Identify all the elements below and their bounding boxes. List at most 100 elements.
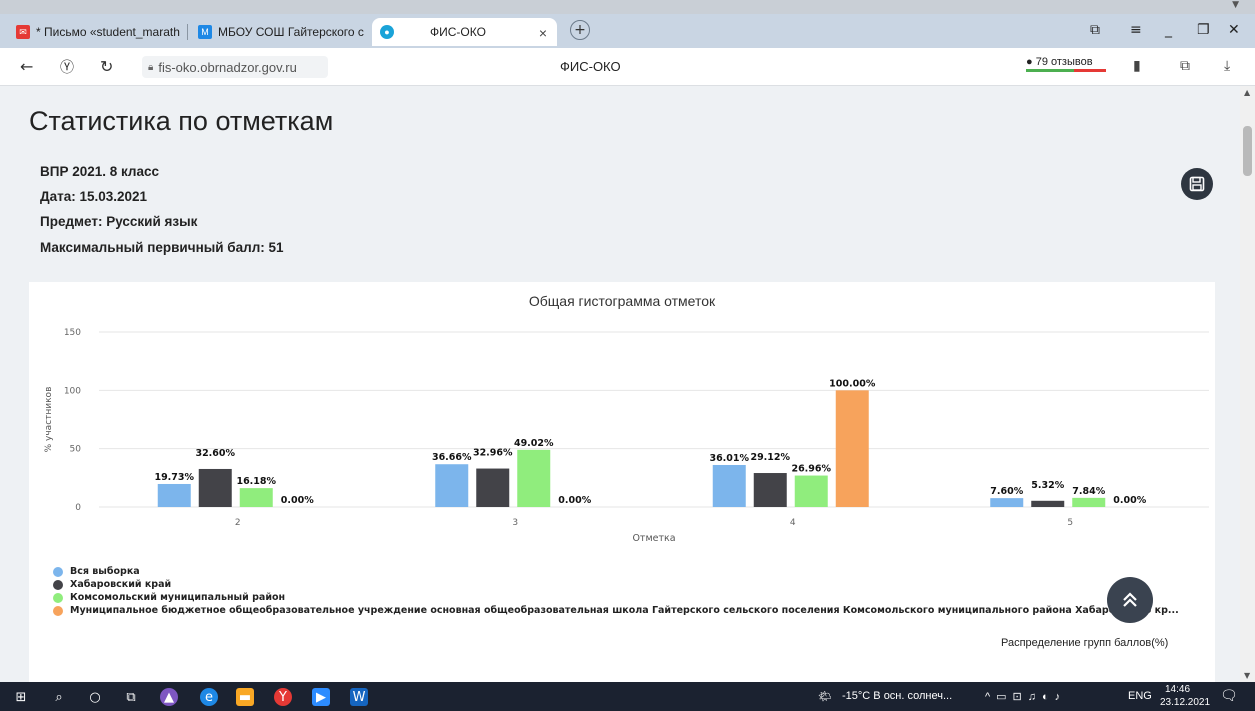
yandex-icon[interactable]: Ⓨ (60, 57, 74, 77)
data-label: 7.84% (1072, 486, 1105, 497)
scroll-top-button[interactable] (1107, 577, 1153, 623)
weather-icon: 🌤︎ (818, 691, 832, 703)
legend-item[interactable]: Хабаровский край (53, 578, 1179, 591)
distribution-label: Распределение групп баллов(%) (1001, 637, 1169, 649)
meta-subject: Предмет: Русский язык (40, 214, 198, 229)
file-explorer-icon[interactable]: ▬ (236, 688, 254, 706)
tab-label: * Письмо «student_marath (36, 25, 180, 39)
bar (239, 488, 273, 507)
app-icon[interactable]: ▲ (160, 688, 178, 706)
url-text: fis-oko.obrnadzor.gov.ru (158, 59, 297, 75)
legend-marker (53, 592, 63, 603)
x-tick-label: 2 (235, 518, 241, 528)
tab-label: ФИС-ОКО (430, 25, 486, 39)
tab-mail[interactable]: ✉ * Письмо «student_marath (8, 18, 188, 46)
data-label: 36.66% (432, 452, 472, 463)
maximize-icon[interactable]: ❐ (1197, 22, 1210, 38)
chart-legend: Вся выборка Хабаровский край Комсомольский… (53, 565, 1179, 617)
legend-item[interactable]: Муниципальное бюджетное общеобразователь… (53, 604, 1179, 617)
save-icon (1189, 176, 1205, 192)
x-tick-label: 3 (512, 518, 518, 528)
scroll-thumb[interactable] (1243, 126, 1252, 176)
language-indicator[interactable]: ENG (1128, 690, 1152, 702)
chat-icon: ● (1026, 56, 1033, 68)
close-tab-icon[interactable]: × (539, 25, 547, 41)
chevron-down-icon[interactable]: ▼ (1232, 0, 1239, 10)
bar (1072, 497, 1106, 507)
bar (990, 498, 1024, 507)
cortana-icon[interactable]: ○ (86, 688, 104, 706)
y-tick-label: 0 (75, 503, 81, 513)
scroll-up-icon[interactable]: ▲ (1244, 88, 1250, 97)
lock-icon: 🔒︎ (148, 61, 154, 73)
data-label: 0.00% (558, 495, 591, 506)
zoom-icon[interactable]: ▶ (312, 688, 330, 706)
page-heading: Статистика по отметкам (29, 106, 334, 136)
data-label: 16.18% (236, 476, 276, 487)
window-top-strip: ▼ (0, 0, 1255, 14)
back-icon[interactable]: ← (20, 57, 33, 76)
tabs-menu-icon[interactable]: ⧉ (1090, 22, 1100, 38)
new-tab-button[interactable]: + (570, 20, 590, 40)
search-icon[interactable]: ⌕ (50, 688, 68, 706)
data-label: 5.32% (1031, 480, 1064, 491)
task-view-icon[interactable]: ⧉ (122, 688, 140, 706)
fis-icon: ● (380, 25, 394, 39)
data-label: 0.00% (281, 495, 314, 506)
legend-item[interactable]: Комсомольский муниципальный район (53, 591, 1179, 604)
taskbar: ⊞ ⌕ ○ ⧉ ▲ e ▬ Y ▶ W 🌤︎ -15°C В осн. солн… (0, 682, 1255, 711)
double-chevron-up-icon (1123, 592, 1137, 607)
chart-card: Общая гистограмма отметок 0 50 100 150% уча… (29, 282, 1215, 682)
url-field[interactable]: 🔒︎ fis-oko.obrnadzor.gov.ru (142, 56, 328, 78)
bookmark-icon[interactable]: ▮ (1133, 58, 1141, 74)
bar (794, 475, 828, 507)
page-scrollbar[interactable]: ▲ ▼ (1240, 86, 1255, 682)
meta-date: Дата: 15.03.2021 (40, 189, 148, 204)
legend-marker (53, 566, 63, 577)
bar (476, 468, 510, 507)
data-label: 19.73% (154, 472, 194, 483)
data-label: 7.60% (990, 486, 1023, 497)
menu-icon[interactable]: ≡ (1130, 22, 1142, 38)
clock-time[interactable]: 14:46 (1165, 684, 1190, 695)
close-window-icon[interactable]: ✕ (1228, 22, 1240, 38)
y-tick-label: 50 (70, 445, 82, 455)
clock-date[interactable]: 23.12.2021 (1160, 697, 1210, 708)
weather-text[interactable]: -15°C В осн. солнеч... (842, 690, 952, 702)
yandex-browser-icon[interactable]: Y (274, 688, 292, 706)
data-label: 100.00% (829, 378, 876, 389)
y-tick-label: 150 (64, 328, 81, 338)
save-button[interactable] (1181, 168, 1213, 200)
word-icon[interactable]: W (350, 688, 368, 706)
windows-start-icon[interactable]: ⊞ (12, 688, 30, 706)
x-tick-label: 5 (1067, 518, 1073, 528)
meta-test: ВПР 2021. 8 класс (40, 164, 160, 179)
legend-item[interactable]: Вся выборка (53, 565, 1179, 578)
notifications-icon[interactable]: 🗨︎ (1220, 687, 1238, 704)
edge-icon[interactable]: e (200, 688, 218, 706)
address-bar: ← Ⓨ ↻ 🔒︎ fis-oko.obrnadzor.gov.ru ФИС-ОК… (0, 48, 1255, 86)
data-label: 0.00% (1113, 495, 1146, 506)
page-content: Статистика по отметкам ВПР 2021. 8 класс… (0, 86, 1240, 682)
reviews-badge[interactable]: ● 79 отзывов (1026, 56, 1106, 72)
tab-bar: ✉ * Письмо «student_marath M МБОУ СОШ Га… (0, 14, 1255, 48)
legend-marker (53, 605, 63, 616)
minimize-icon[interactable]: _ (1165, 22, 1172, 38)
data-label: 49.02% (514, 438, 554, 449)
legend-label: Комсомольский муниципальный район (70, 592, 286, 603)
tab-fis-oko[interactable]: ● ФИС-ОКО × (372, 18, 557, 46)
page-title: ФИС-ОКО (560, 59, 621, 74)
scroll-down-icon[interactable]: ▼ (1244, 671, 1250, 680)
download-icon[interactable]: ⤓ (1224, 58, 1230, 74)
tab-school[interactable]: M МБОУ СОШ Гайтерского с (190, 18, 370, 46)
histogram-chart: 0 50 100 150 % участников 19.73% 32.60% 16.18% 0… (44, 328, 1209, 544)
extension-icon[interactable]: ⧉ (1180, 58, 1190, 74)
bar (435, 464, 469, 507)
tray-icons[interactable]: ^▭⊡♫◐♪ (985, 690, 1066, 703)
x-axis-label: Отметка (632, 533, 675, 544)
site-icon: M (198, 25, 212, 39)
tab-label: МБОУ СОШ Гайтерского с (218, 25, 364, 39)
legend-label: Вся выборка (70, 566, 140, 577)
reload-icon[interactable]: ↻ (100, 57, 113, 76)
x-tick-label: 4 (790, 518, 796, 528)
